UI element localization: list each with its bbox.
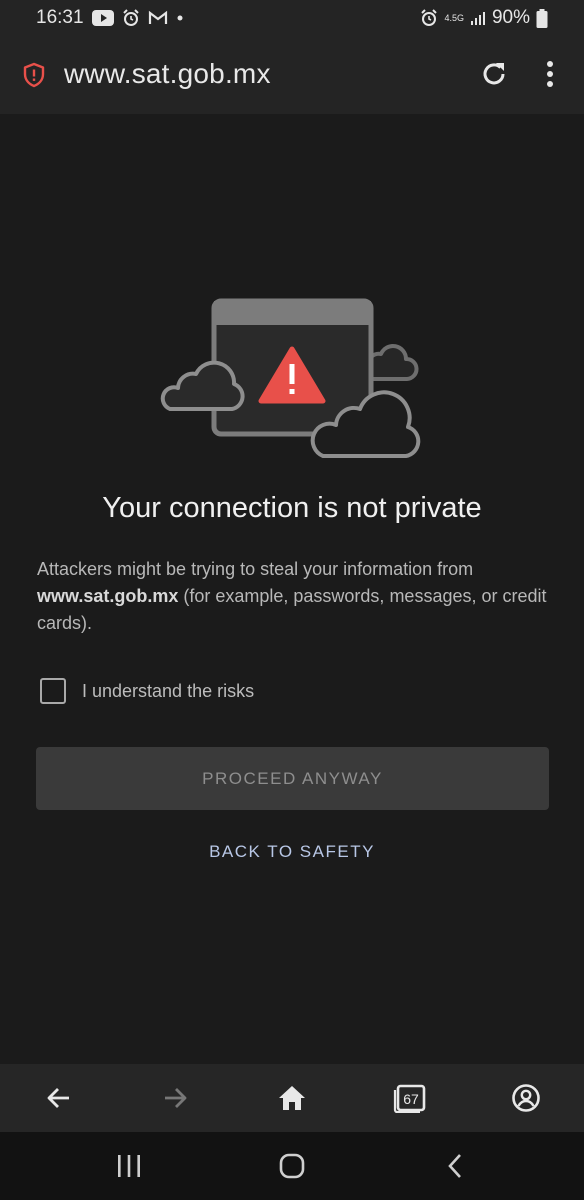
url-text[interactable]: www.sat.gob.mx	[64, 58, 271, 90]
gmail-icon	[148, 10, 168, 26]
account-icon[interactable]	[510, 1082, 542, 1114]
youtube-icon	[91, 10, 114, 26]
reload-icon[interactable]	[478, 58, 510, 90]
status-bar: 16:31 4.5G 90%	[0, 0, 584, 36]
battery-percent: 90%	[491, 7, 530, 28]
home-icon[interactable]	[276, 1082, 308, 1114]
risk-checkbox-label[interactable]: I understand the risks	[82, 681, 254, 702]
description-domain: www.sat.gob.mx	[37, 586, 179, 606]
network-type: 4.5G	[444, 12, 464, 23]
description-prefix: Attackers might be trying to steal your …	[37, 559, 474, 579]
battery-icon	[536, 8, 548, 28]
forward-arrow-icon[interactable]	[159, 1082, 191, 1114]
interstitial-page: Your connection is not private Attackers…	[0, 114, 584, 1064]
browser-warning-illustration	[160, 296, 422, 466]
status-time: 16:31	[36, 7, 84, 28]
url-bar: www.sat.gob.mx	[0, 36, 584, 114]
bottom-toolbar: 67	[0, 1064, 584, 1132]
more-vertical-icon[interactable]	[536, 58, 564, 90]
tabs-icon[interactable]: 67	[392, 1082, 428, 1114]
back-arrow-icon[interactable]	[43, 1082, 75, 1114]
system-nav-bar	[0, 1132, 584, 1200]
status-right: 4.5G 90%	[420, 7, 548, 29]
risk-checkbox[interactable]	[40, 678, 66, 704]
recent-apps-icon[interactable]	[116, 1152, 142, 1180]
proceed-anyway-button[interactable]: PROCEED ANYWAY	[36, 747, 549, 810]
alarm-icon	[420, 9, 438, 27]
network-arrows-icon: 4.5G	[444, 12, 464, 23]
warning-description: Attackers might be trying to steal your …	[37, 556, 557, 637]
signal-icon	[470, 10, 486, 26]
tab-count: 67	[403, 1091, 419, 1107]
risk-acknowledge-row[interactable]: I understand the risks	[40, 678, 254, 704]
home-button-icon[interactable]	[278, 1152, 306, 1180]
warning-shield-icon[interactable]	[22, 62, 46, 93]
dot-icon	[176, 14, 184, 22]
alarm-clock-icon	[122, 9, 140, 27]
back-button-icon[interactable]	[444, 1152, 466, 1180]
page-title: Your connection is not private	[102, 492, 482, 524]
back-to-safety-button[interactable]: BACK TO SAFETY	[0, 842, 584, 868]
status-left: 16:31	[36, 7, 184, 29]
